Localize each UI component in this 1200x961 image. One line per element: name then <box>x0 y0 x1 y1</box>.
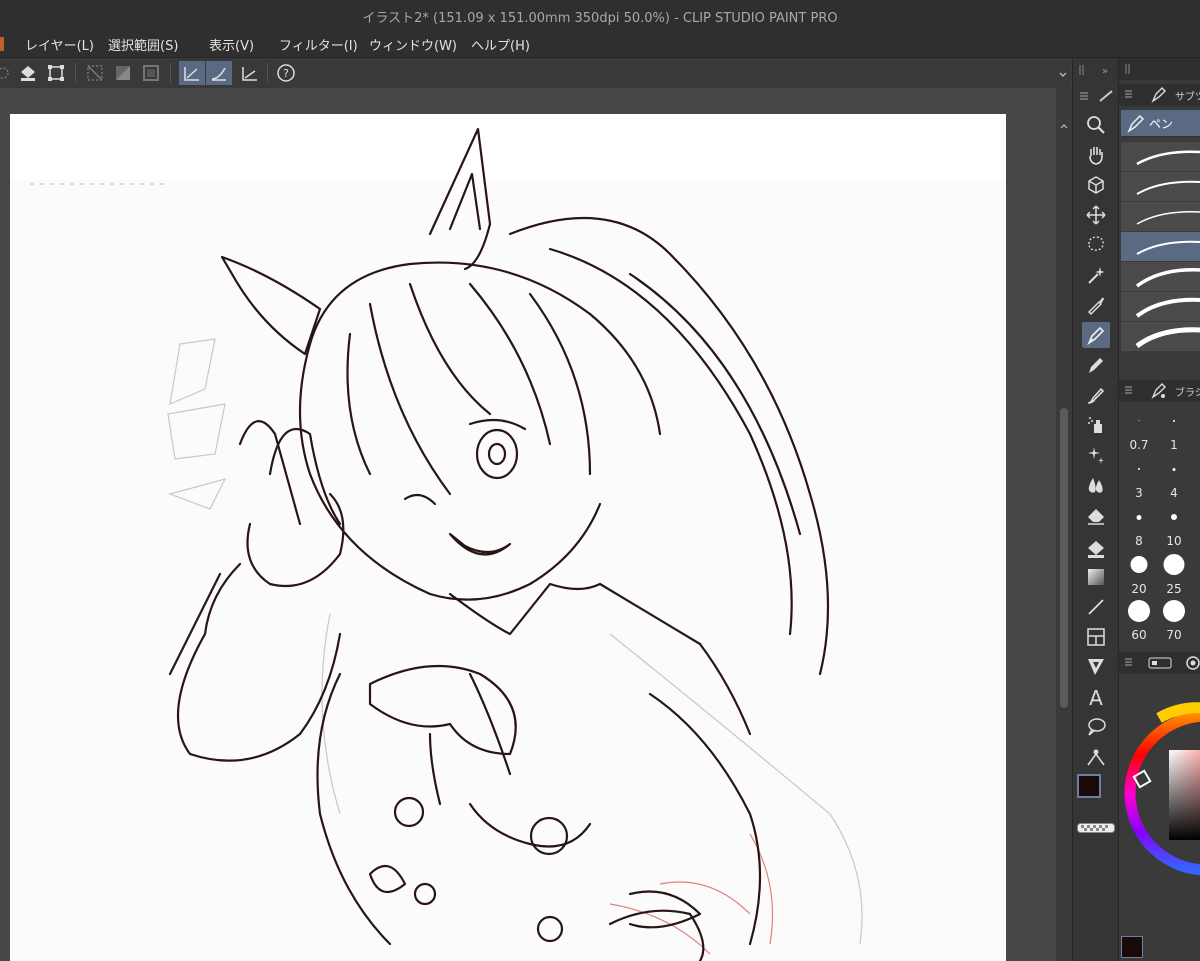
lasso-select-icon[interactable] <box>1082 232 1110 258</box>
snap-icon[interactable] <box>0 61 14 85</box>
toolbar-divider <box>267 63 268 83</box>
invert-selection-icon[interactable] <box>112 61 134 85</box>
brush-tool-icon[interactable] <box>1082 382 1110 408</box>
gradient-tool-icon[interactable] <box>1082 564 1110 590</box>
transparent-color-swatch[interactable] <box>1077 818 1115 833</box>
size-label: 3 <box>1135 486 1143 500</box>
menu-layer[interactable]: レイヤー(L) <box>25 35 94 54</box>
operation-tool-icon[interactable] <box>1082 172 1110 198</box>
balloon-tool-icon[interactable] <box>1082 714 1110 740</box>
title-bar: イラスト2* (151.09 x 151.00mm 350dpi 50.0%) … <box>0 0 1200 30</box>
help-icon[interactable]: ? <box>275 61 297 85</box>
brush-size-preset[interactable]: 25 <box>1157 552 1191 598</box>
brush-stroke-item[interactable] <box>1121 292 1200 322</box>
menu-help[interactable]: ヘルプ(H) <box>471 35 530 54</box>
subtool-selected-label: ペン <box>1149 117 1174 131</box>
toolbar-divider <box>75 63 76 83</box>
menu-view[interactable]: 表示(V) <box>209 35 254 54</box>
pen-tool-icon[interactable] <box>1082 322 1110 348</box>
figure-tool-icon[interactable] <box>1082 594 1110 620</box>
svg-text:»: » <box>1102 66 1108 77</box>
selection-border-icon[interactable] <box>140 61 162 85</box>
size-label: 60 <box>1131 628 1147 642</box>
svg-text:?: ? <box>283 67 289 80</box>
tool-palette: » A <box>1072 58 1119 961</box>
canvas-scrollbar[interactable] <box>1056 88 1072 961</box>
size-label: 10 <box>1166 534 1182 548</box>
frame-border-tool-icon[interactable] <box>1082 624 1110 650</box>
transform-icon[interactable] <box>45 61 67 85</box>
ruler-snap-icon[interactable] <box>179 61 205 85</box>
brush-size-preset[interactable]: 10 <box>1157 504 1191 550</box>
brush-stroke-item[interactable] <box>1121 142 1200 172</box>
brush-size-tab-label: ブラシ <box>1175 388 1200 399</box>
size-label: 70 <box>1166 628 1182 642</box>
fill-icon[interactable] <box>17 61 39 85</box>
brush-size-preset[interactable]: 3 <box>1122 456 1156 502</box>
ruler-tool-icon[interactable] <box>1082 654 1110 680</box>
brush-size-preset[interactable]: 8 <box>1122 504 1156 550</box>
grid-snap-icon[interactable] <box>239 61 261 85</box>
decoration-tool-icon[interactable] <box>1082 442 1110 468</box>
brush-stroke-item[interactable] <box>1121 202 1200 232</box>
size-label: 1 <box>1170 438 1178 452</box>
airbrush-tool-icon[interactable] <box>1082 412 1110 438</box>
size-label: 4 <box>1170 486 1178 500</box>
auto-select-wand-icon[interactable] <box>1082 262 1110 288</box>
size-label: 20 <box>1131 582 1147 596</box>
palette-grip[interactable]: » <box>1076 62 1116 77</box>
brush-stroke-item[interactable] <box>1121 172 1200 202</box>
blend-tool-icon[interactable] <box>1082 472 1110 498</box>
app-menu-edge[interactable] <box>0 37 4 51</box>
menu-bar: レイヤー(L) 選択範囲(S) 表示(V) フィルター(I) ウィンドウ(W) … <box>0 30 1200 58</box>
text-tool-icon[interactable]: A <box>1082 684 1110 710</box>
dock-grip[interactable] <box>1119 58 1200 80</box>
command-bar: ? <box>0 58 1070 88</box>
subtool-pen-item[interactable]: ペン <box>1121 110 1200 137</box>
menu-selection[interactable]: 選択範囲(S) <box>108 35 178 54</box>
scroll-up-icon[interactable] <box>1059 116 1069 129</box>
subtool-tab-label: サブツ <box>1175 92 1200 103</box>
special-ruler-snap-icon[interactable] <box>206 61 232 85</box>
hand-tool-icon[interactable] <box>1082 142 1110 168</box>
brush-size-panel-header[interactable]: ブラシ <box>1119 380 1200 402</box>
move-layer-tool-icon[interactable] <box>1082 202 1110 228</box>
brush-size-preset[interactable]: 0.7 <box>1122 408 1156 454</box>
brush-size-preset[interactable]: 70 <box>1157 598 1191 644</box>
canvas-paper[interactable] <box>10 114 1006 961</box>
chevron-down-icon[interactable] <box>1058 66 1068 80</box>
right-panel-dock: サブツ ペン ブラシ 0.7 1 3 4 8 10 20 25 60 70 <box>1118 58 1200 961</box>
menu-filter[interactable]: フィルター(I) <box>279 35 358 54</box>
brush-size-preset[interactable]: 1 <box>1157 408 1191 454</box>
brush-size-preset[interactable]: 4 <box>1157 456 1191 502</box>
fill-tool-icon[interactable] <box>1082 536 1110 562</box>
eyedropper-icon[interactable] <box>1082 292 1110 318</box>
size-label: 25 <box>1166 582 1182 596</box>
toolbar-divider <box>170 63 171 83</box>
size-label: 8 <box>1135 534 1143 548</box>
line-art-drawing <box>30 127 863 961</box>
pencil-tool-icon[interactable] <box>1082 352 1110 378</box>
brush-stroke-item[interactable] <box>1121 262 1200 292</box>
main-color-swatch[interactable] <box>1077 774 1101 798</box>
color-panel-main-swatch[interactable] <box>1121 936 1143 958</box>
color-panel-header[interactable] <box>1119 652 1200 674</box>
color-wheel[interactable] <box>1119 678 1200 928</box>
brush-stroke-item[interactable] <box>1121 322 1200 352</box>
palette-menu-icon[interactable] <box>1076 88 1116 104</box>
subtool-panel-header[interactable]: サブツ <box>1119 84 1200 106</box>
size-label: 0.7 <box>1129 438 1149 452</box>
deselect-icon[interactable] <box>84 61 106 85</box>
svg-text:A: A <box>1089 686 1103 708</box>
canvas-area[interactable] <box>0 88 1056 961</box>
correct-line-tool-icon[interactable] <box>1082 744 1110 770</box>
window-title: イラスト2* (151.09 x 151.00mm 350dpi 50.0%) … <box>362 11 838 26</box>
zoom-tool-icon[interactable] <box>1082 112 1110 138</box>
brush-stroke-item-selected[interactable] <box>1121 232 1200 262</box>
brush-size-preset[interactable]: 60 <box>1122 598 1156 644</box>
scrollbar-thumb[interactable] <box>1060 408 1068 708</box>
eraser-tool-icon[interactable] <box>1082 502 1110 528</box>
brush-size-preset[interactable]: 20 <box>1122 552 1156 598</box>
menu-window[interactable]: ウィンドウ(W) <box>369 35 457 54</box>
